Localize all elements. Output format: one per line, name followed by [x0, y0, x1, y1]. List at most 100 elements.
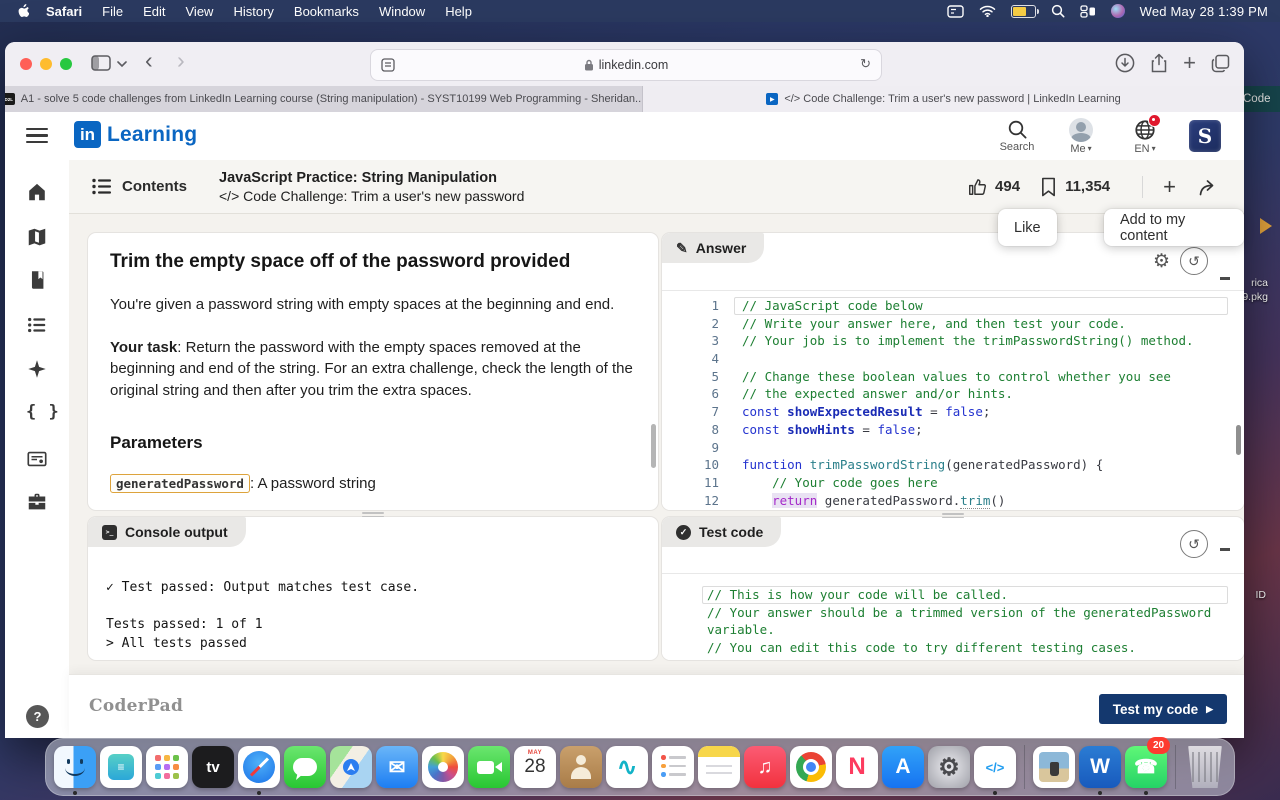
desktop-file-label[interactable]: rica: [1251, 277, 1268, 289]
sidebar-item-code[interactable]: { }: [26, 402, 48, 424]
linkedin-learning-logo[interactable]: in Learning: [74, 121, 197, 148]
minimize-window-button[interactable]: [40, 58, 52, 70]
dock-item-photos[interactable]: [422, 742, 464, 792]
help-button[interactable]: ?: [26, 705, 49, 728]
dock-item-contacts[interactable]: [560, 742, 602, 792]
menu-help[interactable]: Help: [435, 4, 482, 19]
search-button[interactable]: Search: [997, 119, 1037, 153]
downloads-icon[interactable]: [1115, 53, 1135, 73]
address-bar[interactable]: linkedin.com ↻: [370, 49, 882, 81]
dock-item-maps[interactable]: [330, 742, 372, 792]
share-forward-icon[interactable]: [1198, 178, 1219, 196]
background-window-fragment[interactable]: Code: [1241, 86, 1280, 112]
description-scrollbar-thumb[interactable]: [651, 424, 656, 468]
wifi-icon[interactable]: [979, 5, 996, 17]
dock-item-chrome[interactable]: [790, 742, 832, 792]
like-icon[interactable]: [967, 177, 987, 197]
tab-overview-icon[interactable]: [1211, 54, 1230, 73]
spotlight-icon[interactable]: [1051, 4, 1065, 18]
sheridan-logo[interactable]: S: [1189, 120, 1221, 152]
dock-item-calendar[interactable]: MAY28: [514, 742, 556, 792]
code-line[interactable]: 7const showExpectedResult = false;: [662, 403, 1244, 421]
dock-item-facetime[interactable]: [468, 742, 510, 792]
test-code-editor[interactable]: // This is how your code will be called.…: [662, 573, 1244, 660]
dock-item-notes[interactable]: [698, 742, 740, 792]
reset-code-button[interactable]: ↺: [1180, 247, 1208, 275]
sidebar-item-certificate[interactable]: [26, 448, 48, 470]
dock-item-mail[interactable]: ✉: [376, 742, 418, 792]
code-line[interactable]: const generatedPassword = ' 9vud9z9WTb5R…: [662, 657, 1244, 660]
dock-item-launchpad[interactable]: [146, 742, 188, 792]
editor-scrollbar-thumb[interactable]: [1236, 425, 1241, 455]
dock-item-word[interactable]: W: [1079, 742, 1121, 792]
code-line[interactable]: 10function trimPasswordString(generatedP…: [662, 456, 1244, 474]
menu-view[interactable]: View: [176, 4, 224, 19]
me-menu[interactable]: Me▾: [1061, 118, 1101, 155]
code-line[interactable]: 3// Your job is to implement the trimPas…: [662, 332, 1244, 350]
pane-resize-grip[interactable]: [362, 512, 384, 519]
menu-history[interactable]: History: [223, 4, 283, 19]
test-my-code-button[interactable]: Test my code▶: [1099, 694, 1227, 724]
collapse-pane-button[interactable]: [1220, 548, 1230, 551]
share-icon[interactable]: [1150, 53, 1168, 73]
editor-settings-gear-icon[interactable]: ⚙: [1153, 252, 1170, 271]
code-line[interactable]: 11 // Your code goes here: [662, 474, 1244, 492]
reload-icon[interactable]: ↻: [860, 56, 871, 72]
back-button[interactable]: ‹: [145, 51, 153, 69]
page-format-icon[interactable]: [381, 58, 395, 72]
sidebar-item-home[interactable]: [26, 181, 48, 203]
code-line[interactable]: 1// JavaScript code below: [662, 297, 1244, 315]
desktop-file-label[interactable]: 9.pkg: [1242, 291, 1268, 303]
code-line[interactable]: variable.: [662, 621, 1244, 639]
code-line[interactable]: 12 return generatedPassword.trim(): [662, 492, 1244, 510]
menu-safari[interactable]: Safari: [36, 4, 92, 19]
dock-item-system-settings[interactable]: ⚙: [928, 742, 970, 792]
dock-item-news[interactable]: N: [836, 742, 878, 792]
dock-item-reminders[interactable]: [652, 742, 694, 792]
battery-icon[interactable]: [1011, 5, 1036, 18]
widget-icon[interactable]: [947, 5, 964, 18]
dock-item-apple-tv[interactable]: tv: [192, 742, 234, 792]
answer-code-editor[interactable]: 1// JavaScript code below2// Write your …: [662, 290, 1244, 510]
sidebar-chevron-icon[interactable]: [117, 61, 127, 68]
code-line[interactable]: // Your answer should be a trimmed versi…: [662, 604, 1244, 622]
code-line[interactable]: // This is how your code will be called.: [662, 586, 1244, 604]
dock-item-safari[interactable]: [238, 742, 280, 792]
sidebar-toggle-icon[interactable]: [91, 55, 111, 71]
menu-file[interactable]: File: [92, 4, 133, 19]
contents-toggle[interactable]: Contents: [69, 178, 187, 195]
collapse-pane-button[interactable]: [1220, 277, 1230, 280]
menu-window[interactable]: Window: [369, 4, 435, 19]
code-line[interactable]: 6// the expected answer and/or hints.: [662, 385, 1244, 403]
code-line[interactable]: 5// Change these boolean values to contr…: [662, 368, 1244, 386]
dock-item-vscode[interactable]: </>: [974, 742, 1016, 792]
sidebar-item-contents-list[interactable]: [26, 314, 48, 336]
code-line[interactable]: 8const showHints = false;: [662, 421, 1244, 439]
bookmark-icon[interactable]: [1040, 177, 1057, 197]
sidebar-item-jobs[interactable]: [26, 491, 48, 513]
dock-item-preview-file[interactable]: [1033, 742, 1075, 792]
dock-item-whatsapp[interactable]: ☎20: [1125, 742, 1167, 792]
new-tab-icon[interactable]: +: [1183, 54, 1196, 72]
code-line[interactable]: 2// Write your answer here, and then tes…: [662, 315, 1244, 333]
sidebar-item-library[interactable]: [26, 269, 48, 291]
code-line[interactable]: // You can edit this code to try differe…: [662, 639, 1244, 657]
sidebar-item-map[interactable]: [26, 226, 48, 248]
tab-d2l-assignment[interactable]: D2L A1 - solve 5 code challenges from Li…: [5, 86, 643, 112]
stage-manager-icon[interactable]: [1080, 5, 1096, 18]
apple-menu-icon[interactable]: [14, 3, 30, 19]
desktop-file-label[interactable]: ID: [1256, 589, 1267, 601]
dock-item-freeform[interactable]: ∿: [606, 742, 648, 792]
dock-item-trash[interactable]: [1184, 742, 1226, 792]
menu-clock[interactable]: Wed May 28 1:39 PM: [1140, 4, 1268, 19]
dock-item-server-app[interactable]: ≡: [100, 742, 142, 792]
tab-linkedin-learning[interactable]: ▶ </> Code Challenge: Trim a user's new …: [643, 86, 1244, 112]
hamburger-menu-icon[interactable]: [26, 128, 48, 147]
reset-test-code-button[interactable]: ↺: [1180, 530, 1208, 558]
forward-button[interactable]: ›: [177, 51, 185, 69]
language-menu[interactable]: EN▾: [1125, 118, 1165, 155]
zoom-window-button[interactable]: [60, 58, 72, 70]
siri-icon[interactable]: [1111, 4, 1125, 18]
dock-item-app-store[interactable]: A: [882, 742, 924, 792]
code-line[interactable]: 4: [662, 350, 1244, 368]
